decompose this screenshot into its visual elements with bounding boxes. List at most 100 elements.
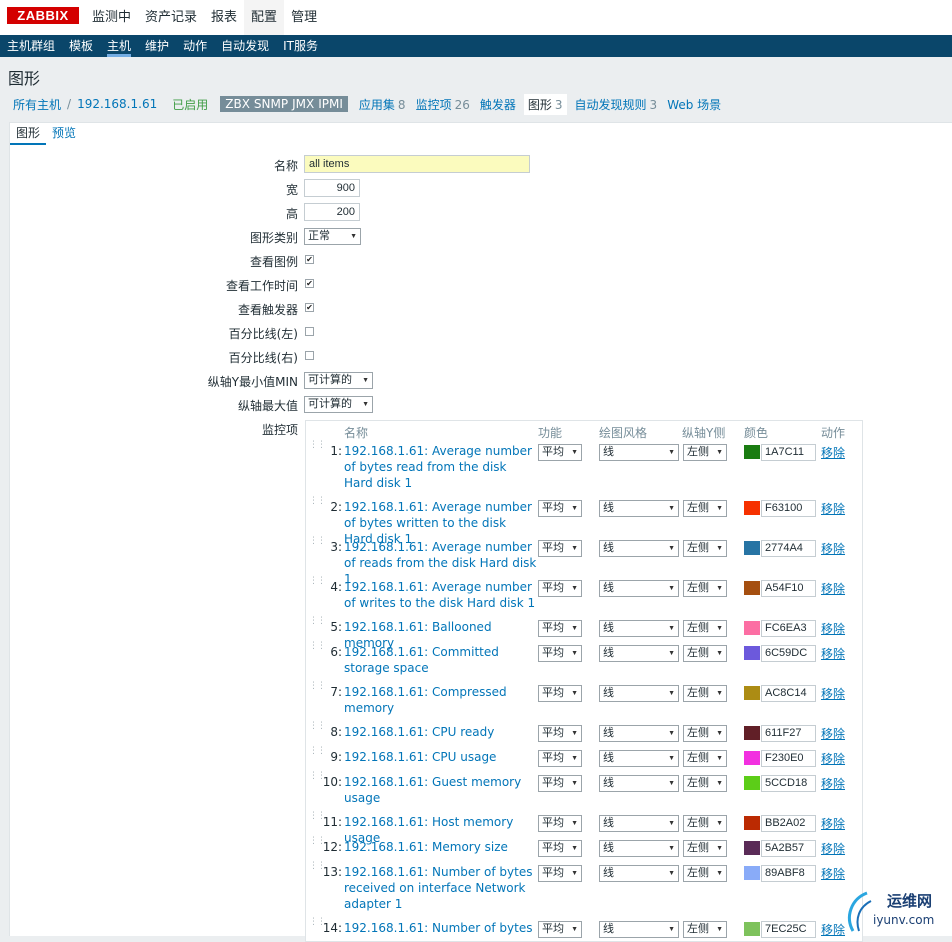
drag-handle-icon[interactable]: ⋮⋮ [309,747,326,761]
main-menu-item[interactable]: 配置 [244,0,285,35]
color-input[interactable]: 5A2B57 [761,840,816,857]
drag-handle-icon[interactable]: ⋮⋮ [309,577,326,591]
show-legend-checkbox[interactable]: ✔ [305,255,314,264]
percentile-left-checkbox[interactable] [305,327,314,336]
item-y-axis-side-select[interactable]: 左侧 [683,444,727,461]
remove-link[interactable]: 移除 [821,444,845,461]
tab-preview[interactable]: 预览 [46,123,82,145]
item-name-link[interactable]: 192.168.1.61: Memory size [344,839,537,855]
item-y-axis-side-select[interactable]: 左侧 [683,865,727,882]
remove-link[interactable]: 移除 [821,865,845,882]
item-name-link[interactable]: 192.168.1.61: Compressed memory [344,684,537,716]
item-draw-style-select[interactable]: 线 [599,580,679,597]
item-name-link[interactable]: 192.168.1.61: Number of bytes [344,920,537,936]
item-name-link[interactable]: 192.168.1.61: Average number of bytes re… [344,443,537,491]
item-y-axis-side-select[interactable]: 左侧 [683,540,727,557]
main-menu-item[interactable]: 管理 [284,0,324,35]
item-draw-style-select[interactable]: 线 [599,921,679,938]
item-draw-style-select[interactable]: 线 [599,775,679,792]
item-function-select[interactable]: 平均 [538,750,582,767]
drag-handle-icon[interactable]: ⋮⋮ [309,722,326,736]
drag-handle-icon[interactable]: ⋮⋮ [309,682,326,696]
item-draw-style-select[interactable]: 线 [599,750,679,767]
y-max-select[interactable]: 可计算的 [304,396,373,413]
item-y-axis-side-select[interactable]: 左侧 [683,840,727,857]
remove-link[interactable]: 移除 [821,685,845,702]
item-y-axis-side-select[interactable]: 左侧 [683,500,727,517]
remove-link[interactable]: 移除 [821,840,845,857]
remove-link[interactable]: 移除 [821,540,845,557]
item-function-select[interactable]: 平均 [538,620,582,637]
item-y-axis-side-select[interactable]: 左侧 [683,685,727,702]
color-swatch[interactable] [744,726,760,740]
name-input[interactable]: all items [304,155,530,173]
host-link[interactable]: 192.168.1.61 [77,97,157,111]
color-input[interactable]: 2774A4 [761,540,816,557]
color-input[interactable]: F230E0 [761,750,816,767]
remove-link[interactable]: 移除 [821,620,845,637]
color-input[interactable]: 1A7C11 [761,444,816,461]
color-input[interactable]: 6C59DC [761,645,816,662]
item-function-select[interactable]: 平均 [538,921,582,938]
show-triggers-checkbox[interactable]: ✔ [305,303,314,312]
drag-handle-icon[interactable]: ⋮⋮ [309,617,326,631]
width-input[interactable]: 900 [304,179,360,197]
web-scenarios-link[interactable]: Web 场景 [667,96,721,113]
item-function-select[interactable]: 平均 [538,500,582,517]
remove-link[interactable]: 移除 [821,580,845,597]
drag-handle-icon[interactable]: ⋮⋮ [309,918,326,932]
color-input[interactable]: 89ABF8 [761,865,816,882]
item-y-axis-side-select[interactable]: 左侧 [683,750,727,767]
item-function-select[interactable]: 平均 [538,580,582,597]
item-function-select[interactable]: 平均 [538,540,582,557]
item-draw-style-select[interactable]: 线 [599,865,679,882]
item-name-link[interactable]: 192.168.1.61: Number of bytes received o… [344,864,537,912]
color-swatch[interactable] [744,501,760,515]
item-function-select[interactable]: 平均 [538,444,582,461]
item-draw-style-select[interactable]: 线 [599,685,679,702]
color-input[interactable]: A54F10 [761,580,816,597]
item-name-link[interactable]: 192.168.1.61: Average number of writes t… [344,579,537,611]
all-hosts-link[interactable]: 所有主机 [13,96,61,113]
item-y-axis-side-select[interactable]: 左侧 [683,620,727,637]
triggers-link[interactable]: 触发器 [480,96,516,113]
main-menu-item[interactable]: 监测中 [85,0,138,35]
drag-handle-icon[interactable]: ⋮⋮ [309,812,326,826]
color-swatch[interactable] [744,621,760,635]
color-swatch[interactable] [744,541,760,555]
item-draw-style-select[interactable]: 线 [599,815,679,832]
drag-handle-icon[interactable]: ⋮⋮ [309,497,326,511]
graph-type-select[interactable]: 正常 [304,228,361,245]
color-swatch[interactable] [744,776,760,790]
sub-menu-item[interactable]: IT服务 [276,35,325,57]
zabbix-logo[interactable]: ZABBIX [7,7,79,24]
drag-handle-icon[interactable]: ⋮⋮ [309,862,326,876]
item-name-link[interactable]: 192.168.1.61: CPU usage [344,749,537,765]
items-link[interactable]: 监控项 26 [416,96,470,113]
color-swatch[interactable] [744,581,760,595]
item-function-select[interactable]: 平均 [538,685,582,702]
color-swatch[interactable] [744,445,760,459]
tab-graph[interactable]: 图形 [10,123,47,145]
color-input[interactable]: 5CCD18 [761,775,816,792]
main-menu-item[interactable]: 资产记录 [138,0,204,35]
item-name-link[interactable]: 192.168.1.61: CPU ready [344,724,537,740]
remove-link[interactable]: 移除 [821,815,845,832]
color-swatch[interactable] [744,686,760,700]
remove-link[interactable]: 移除 [821,500,845,517]
drag-handle-icon[interactable]: ⋮⋮ [309,772,326,786]
item-draw-style-select[interactable]: 线 [599,725,679,742]
show-working-time-checkbox[interactable]: ✔ [305,279,314,288]
item-draw-style-select[interactable]: 线 [599,444,679,461]
color-swatch[interactable] [744,866,760,880]
sub-menu-item[interactable]: 维护 [138,35,176,57]
item-draw-style-select[interactable]: 线 [599,500,679,517]
host-status[interactable]: 已启用 [172,96,208,113]
color-swatch[interactable] [744,751,760,765]
remove-link[interactable]: 移除 [821,725,845,742]
color-input[interactable]: 611F27 [761,725,816,742]
color-swatch[interactable] [744,841,760,855]
main-menu-item[interactable]: 报表 [204,0,244,35]
item-function-select[interactable]: 平均 [538,725,582,742]
drag-handle-icon[interactable]: ⋮⋮ [309,537,326,551]
